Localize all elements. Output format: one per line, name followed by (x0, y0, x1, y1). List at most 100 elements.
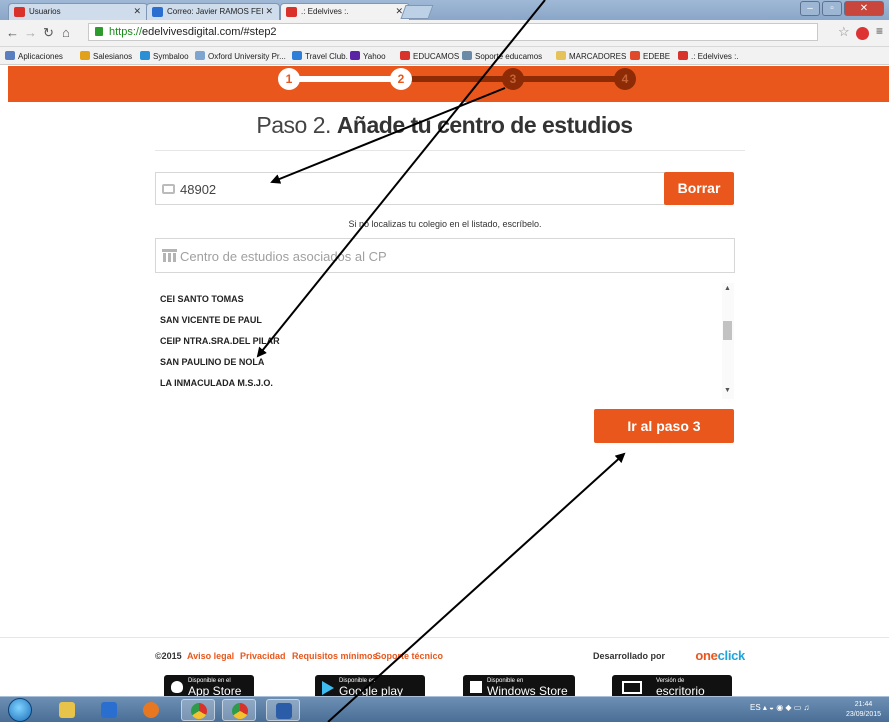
postal-code-input[interactable]: 48902 (155, 172, 665, 205)
step-4: 4 (614, 68, 636, 90)
new-tab-button[interactable] (400, 5, 434, 19)
taskbar-word[interactable] (266, 699, 300, 721)
bookmark-label: EDUCAMOS (413, 52, 460, 61)
scroll-down-icon[interactable]: ▼ (724, 387, 731, 394)
title-prefix: Paso 2. (256, 112, 337, 138)
bookmark-label: Symbaloo (153, 52, 189, 61)
tab-usuarios[interactable]: Usuarios ✕ (8, 3, 148, 20)
bookmark-label: Travel Club. (305, 52, 348, 61)
footer-link-privacidad[interactable]: Privacidad (240, 651, 286, 661)
school-search-placeholder: Centro de estudios asociados al CP (180, 249, 387, 264)
restore-button[interactable]: ▫ (822, 1, 842, 16)
bookmark-favicon (292, 51, 302, 60)
taskbar-chrome[interactable] (181, 699, 215, 721)
footer-link-requisitos[interactable]: Requisitos mínimos (292, 651, 378, 661)
browser-tab-strip: Usuarios ✕ Correo: Javier RAMOS FEI ✕ .:… (0, 0, 889, 20)
tab-edelvives[interactable]: .: Edelvives :. ✕ (280, 3, 410, 20)
step-1[interactable]: 1 (278, 68, 300, 90)
brand-part-one: one (695, 648, 718, 663)
next-step-button[interactable]: Ir al paso 3 (594, 409, 734, 443)
tab-label: Correo: Javier RAMOS FEI (167, 7, 264, 16)
close-tab-icon[interactable]: ✕ (265, 6, 273, 17)
minimize-button[interactable]: – (800, 1, 820, 16)
bookmark-item[interactable]: Yahoo (350, 51, 386, 61)
bookmark-favicon (630, 51, 640, 60)
apps-icon (5, 51, 15, 60)
bookmark-label: Oxford University Pr... (208, 52, 286, 61)
outlook-icon (101, 702, 117, 718)
bookmark-label: EDEBE (643, 52, 671, 61)
mailbox-icon (162, 184, 175, 194)
forward-icon[interactable]: → (24, 25, 37, 40)
close-window-button[interactable]: ✕ (844, 1, 884, 16)
adblock-icon[interactable] (856, 27, 869, 40)
laptop-icon (622, 681, 642, 694)
oneclick-logo[interactable]: oneclick (695, 648, 745, 663)
word-icon (276, 703, 292, 719)
scroll-up-icon[interactable]: ▲ (724, 285, 731, 292)
reload-icon[interactable]: ↻ (43, 25, 54, 41)
footer-link-aviso[interactable]: Aviso legal (187, 651, 234, 661)
bookmark-label: Salesianos (93, 52, 133, 61)
tab-correo[interactable]: Correo: Javier RAMOS FEI ✕ (146, 3, 280, 20)
apple-icon (171, 681, 183, 693)
bookmark-item[interactable]: Soporte educamos (462, 51, 542, 61)
address-bar[interactable]: https://edelvivesdigital.com/#step2 (88, 23, 818, 41)
language-indicator[interactable]: ES (750, 703, 761, 712)
list-item[interactable]: LA INMACULADA M.S.J.O. (160, 378, 273, 388)
url-scheme: https:// (109, 26, 143, 38)
list-item[interactable]: SAN VICENTE DE PAUL (160, 315, 262, 325)
title-divider (155, 150, 745, 151)
brand-part-two: click (717, 648, 746, 663)
home-icon[interactable]: ⌂ (62, 25, 70, 40)
copyright: ©2015 (155, 651, 182, 661)
step-progress-bar: 1 2 3 4 (8, 66, 889, 102)
mail-icon (152, 7, 163, 17)
close-tab-icon[interactable]: ✕ (133, 6, 141, 17)
system-tray: ES ▴ ◒ ◉ ◆ ▭ ♫ (750, 703, 810, 712)
bookmark-item[interactable]: EDEBE (630, 51, 670, 61)
school-list-scrollbar[interactable]: ▲ ▼ (722, 283, 734, 399)
chrome-icon (191, 703, 207, 719)
url-text: edelvivesdigital.com/#step2 (142, 26, 277, 38)
screen: Usuarios ✕ Correo: Javier RAMOS FEI ✕ .:… (0, 0, 889, 722)
firefox-icon (143, 702, 159, 718)
system-clock[interactable]: 21:44 23/09/2015 (846, 700, 881, 720)
bookmark-item[interactable]: .: Edelvives :. (678, 51, 739, 61)
start-button[interactable] (8, 698, 32, 722)
step-2: 2 (390, 68, 412, 90)
footer-link-soporte[interactable]: Soporte técnico (375, 651, 443, 661)
lock-icon (95, 27, 103, 36)
bookmark-item[interactable]: Salesianos (80, 51, 132, 61)
clock-date: 23/09/2015 (846, 711, 882, 718)
school-building-icon (162, 249, 177, 263)
clear-button[interactable]: Borrar (664, 172, 734, 205)
school-search-input[interactable]: Centro de estudios asociados al CP (155, 238, 735, 273)
list-item[interactable]: CEI SANTO TOMAS (160, 294, 244, 304)
taskbar-chrome-2[interactable] (222, 699, 256, 721)
bookmark-item[interactable]: Travel Club. (292, 51, 348, 61)
bookmark-favicon (80, 51, 90, 60)
bookmark-item[interactable]: Oxford University Pr... (195, 51, 286, 61)
bookmark-item[interactable]: Aplicaciones (5, 51, 63, 61)
scroll-thumb[interactable] (723, 321, 732, 340)
taskbar-explorer[interactable] (50, 699, 84, 721)
yahoo-icon (350, 51, 360, 60)
bookmark-favicon (400, 51, 410, 60)
bookmark-star-icon[interactable]: ☆ (838, 24, 850, 40)
bookmark-item[interactable]: EDUCAMOS (400, 51, 459, 61)
folder-icon (556, 51, 566, 60)
postal-code-value: 48902 (180, 182, 217, 197)
bookmark-label: Soporte educamos (475, 52, 543, 61)
bookmark-item[interactable]: Symbaloo (140, 51, 189, 61)
bookmark-item[interactable]: MARCADORES (556, 51, 626, 61)
list-item[interactable]: CEIP NTRA.SRA.DEL PILAR (160, 336, 280, 346)
menu-icon[interactable]: ≡ (876, 24, 883, 38)
tab-label: Usuarios (29, 7, 61, 16)
list-item[interactable]: SAN PAULINO DE NOLA (160, 357, 264, 367)
back-icon[interactable]: ← (6, 25, 19, 40)
taskbar-firefox[interactable] (134, 699, 168, 721)
folder-icon (59, 702, 75, 718)
taskbar-outlook[interactable] (92, 699, 126, 721)
school-hint: Si no localizas tu colegio en el listado… (348, 219, 542, 229)
